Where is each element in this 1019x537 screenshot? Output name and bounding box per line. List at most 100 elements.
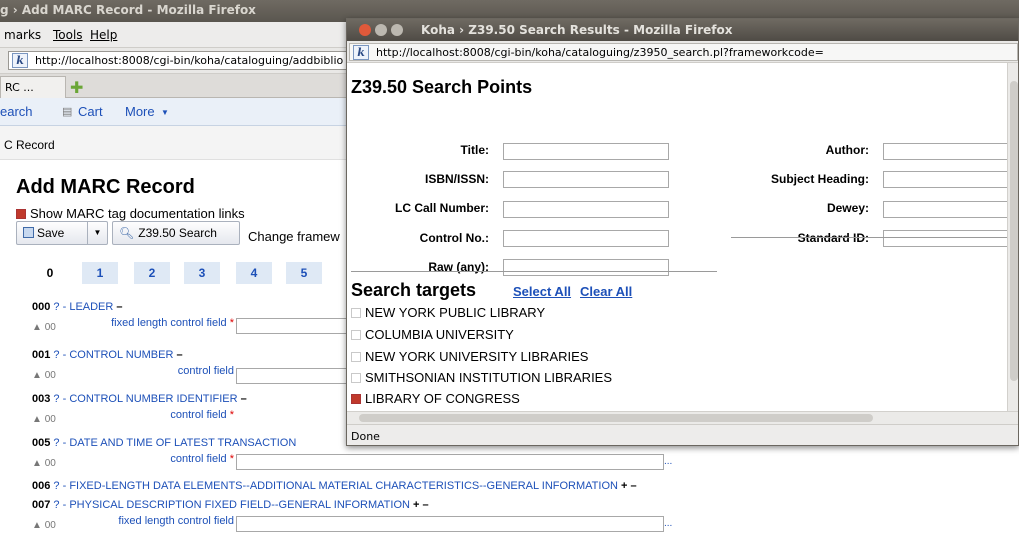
field-000-name[interactable]: - LEADER xyxy=(60,301,117,313)
field-007-name[interactable]: - PHYSICAL DESCRIPTION FIXED FIELD--GENE… xyxy=(60,499,413,511)
field-007-tag: 007 xyxy=(32,499,51,511)
title-input[interactable] xyxy=(503,143,669,160)
bg-tab[interactable]: RC ... xyxy=(0,76,66,98)
subfield-label-text: control field xyxy=(170,453,227,465)
nav-search-link[interactable]: earch xyxy=(0,104,33,119)
checkbox-unchecked-icon[interactable] xyxy=(351,308,361,318)
field-001-toggle[interactable]: – xyxy=(176,349,182,361)
field-006-heading: 006 ? - FIXED-LENGTH DATA ELEMENTS--ADDI… xyxy=(32,480,637,492)
clear-all-link[interactable]: Clear All xyxy=(580,284,632,299)
nav-more-link[interactable]: More xyxy=(125,104,155,119)
vertical-scrollbar[interactable] xyxy=(1007,63,1018,411)
target-label: SMITHSONIAN INSTITUTION LIBRARIES xyxy=(365,370,613,385)
subfield-row: ▲ 00 control field * ... xyxy=(32,452,732,478)
nav-cart-link[interactable]: Cart xyxy=(78,104,103,119)
menu-tools[interactable]: Tools xyxy=(53,28,83,42)
control-no-input[interactable] xyxy=(503,230,669,247)
scrollbar-thumb[interactable] xyxy=(1010,81,1018,381)
tag-tab-4[interactable]: 4 xyxy=(236,262,272,284)
subfield-ind-text: 00 xyxy=(44,322,56,333)
standard-id-input[interactable] xyxy=(883,230,1007,247)
minimize-icon[interactable] xyxy=(375,24,387,36)
value-builder-link[interactable]: ... xyxy=(664,456,672,467)
field-003-name[interactable]: - CONTROL NUMBER IDENTIFIER xyxy=(60,393,241,405)
subfield-indicator: ▲ 00 xyxy=(32,520,56,531)
checkbox-unchecked-icon[interactable] xyxy=(351,330,361,340)
floppy-disk-icon xyxy=(23,227,34,238)
subfield-label-text: control field xyxy=(170,409,227,421)
z3950-search-button[interactable]: 🔍︎ Z39.50 Search xyxy=(112,221,240,245)
status-bar: Done xyxy=(347,424,1018,445)
popup-address-bar[interactable]: k http://localhost:8008/cgi-bin/koha/cat… xyxy=(349,43,1018,61)
scrollbar-thumb[interactable] xyxy=(359,414,873,422)
subfield-indicator: ▲ 00 xyxy=(32,414,56,425)
popup-titlebar[interactable]: Koha › Z39.50 Search Results - Mozilla F… xyxy=(347,19,1018,41)
field-005-tag: 005 xyxy=(32,437,51,449)
field-005-name[interactable]: - DATE AND TIME OF LATEST TRANSACTION xyxy=(60,437,297,449)
popup-title: Koha › Z39.50 Search Results - Mozilla F… xyxy=(421,23,733,37)
maximize-icon[interactable] xyxy=(391,24,403,36)
bg-tab-label: RC ... xyxy=(5,81,34,94)
select-all-link[interactable]: Select All xyxy=(513,284,571,299)
field-000-tag: 000 xyxy=(32,301,51,313)
tag-tab-3[interactable]: 3 xyxy=(184,262,220,284)
field-001-heading: 001 ? - CONTROL NUMBER – xyxy=(32,349,183,361)
checkbox-unchecked-icon[interactable] xyxy=(351,352,361,362)
close-icon[interactable] xyxy=(359,24,371,36)
target-smithsonian[interactable]: SMITHSONIAN INSTITUTION LIBRARIES xyxy=(351,370,612,385)
lc-call-number-label: LC Call Number: xyxy=(394,201,489,215)
field-007-toggle[interactable]: + – xyxy=(413,499,429,511)
standard-id-label: Standard ID: xyxy=(797,231,869,245)
tag-tab-1[interactable]: 1 xyxy=(82,262,118,284)
checkbox-checked-icon[interactable] xyxy=(351,394,361,404)
new-tab-plus-icon[interactable]: ✚ xyxy=(70,78,83,97)
required-marker: * xyxy=(229,453,234,465)
bg-url-text: http://localhost:8008/cgi-bin/koha/catal… xyxy=(35,54,344,67)
chevron-down-icon: ▼ xyxy=(161,108,169,117)
subfield-indicator: ▲ 00 xyxy=(32,458,56,469)
subfield-label: fixed length control field * xyxy=(88,318,234,329)
cart-icon: ▤ xyxy=(62,106,73,118)
menu-bookmarks[interactable]: marks xyxy=(4,28,41,42)
lc-call-number-input[interactable] xyxy=(503,201,669,218)
subfield-indicator: ▲ 00 xyxy=(32,322,56,333)
dewey-input[interactable] xyxy=(883,201,1007,218)
menu-help[interactable]: Help xyxy=(90,28,117,42)
title-label: Title: xyxy=(460,143,489,157)
subfield-label: control field xyxy=(88,366,234,377)
field-006-name[interactable]: - FIXED-LENGTH DATA ELEMENTS--ADDITIONAL… xyxy=(60,480,621,492)
page-title: Add MARC Record xyxy=(16,176,195,198)
checkbox-checked-icon[interactable] xyxy=(16,209,26,219)
subject-heading-input[interactable] xyxy=(883,171,1007,188)
checkbox-unchecked-icon[interactable] xyxy=(351,373,361,383)
subfield-input[interactable] xyxy=(236,454,664,470)
target-nypl[interactable]: NEW YORK PUBLIC LIBRARY xyxy=(351,305,545,320)
field-003-toggle[interactable]: – xyxy=(241,393,247,405)
change-framework-label[interactable]: Change framew xyxy=(248,229,340,244)
raw-any-input[interactable] xyxy=(503,259,669,276)
value-builder-link[interactable]: ... xyxy=(664,518,672,529)
isbn-issn-input[interactable] xyxy=(503,171,669,188)
tag-tab-0[interactable]: 0 xyxy=(32,262,68,284)
tag-tab-5[interactable]: 5 xyxy=(286,262,322,284)
subfield-label: control field * xyxy=(88,454,234,465)
target-nyu[interactable]: NEW YORK UNIVERSITY LIBRARIES xyxy=(351,349,588,364)
subfield-input[interactable] xyxy=(236,516,664,532)
z3950-popup-window: Koha › Z39.50 Search Results - Mozilla F… xyxy=(346,18,1019,446)
field-000-toggle[interactable]: – xyxy=(116,301,122,313)
control-no-label: Control No.: xyxy=(419,231,489,245)
target-loc[interactable]: LIBRARY OF CONGRESS xyxy=(351,391,520,406)
field-006-toggle[interactable]: + – xyxy=(621,480,637,492)
z3950-search-label: Z39.50 Search xyxy=(138,226,217,240)
show-doc-links-checkbox[interactable]: Show MARC tag documentation links xyxy=(16,206,245,221)
target-label: NEW YORK PUBLIC LIBRARY xyxy=(365,305,546,320)
save-dropdown-caret-icon[interactable]: ▼ xyxy=(87,222,107,244)
author-input[interactable] xyxy=(883,143,1007,160)
status-text: Done xyxy=(351,430,380,443)
subfield-label-text: fixed length control field xyxy=(111,317,227,329)
horizontal-scrollbar[interactable] xyxy=(347,411,1018,424)
field-001-name[interactable]: - CONTROL NUMBER xyxy=(60,349,177,361)
target-columbia[interactable]: COLUMBIA UNIVERSITY xyxy=(351,327,514,342)
save-button[interactable]: Save ▼ xyxy=(16,221,108,245)
tag-tab-2[interactable]: 2 xyxy=(134,262,170,284)
